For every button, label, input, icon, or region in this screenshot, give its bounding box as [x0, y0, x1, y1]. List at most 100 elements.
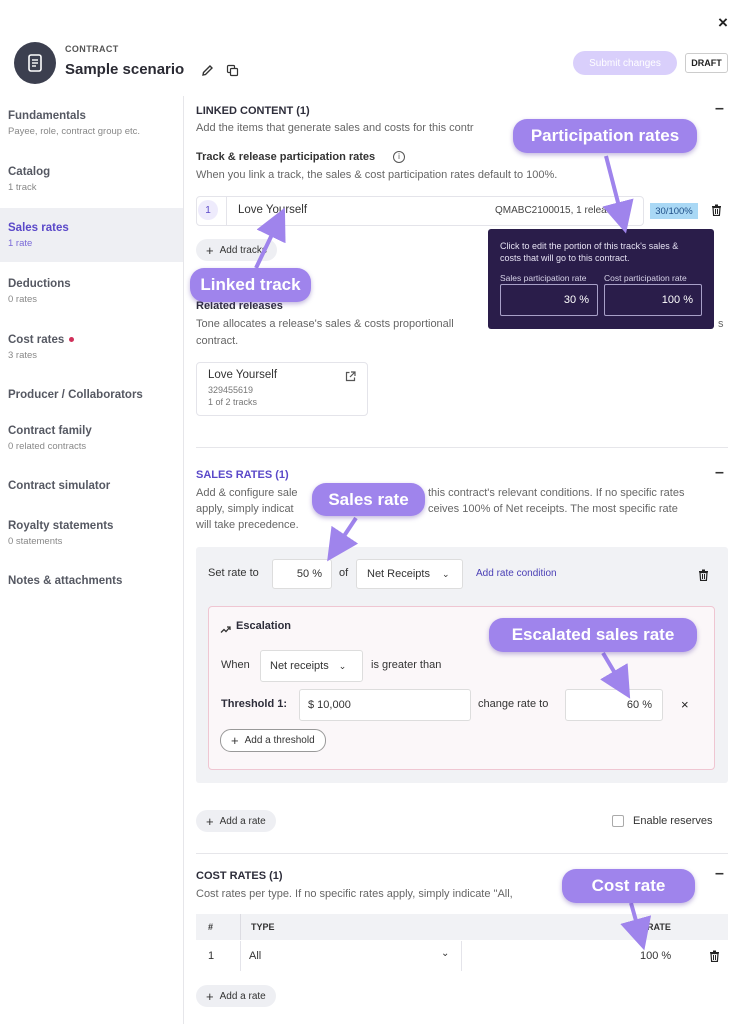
add-threshold-label: Add a threshold [244, 735, 315, 746]
section-divider [196, 447, 728, 448]
trash-icon[interactable] [709, 203, 723, 217]
sales-desc-2b: ceives 100% of Net receipts. The most sp… [428, 503, 678, 515]
remove-threshold-icon[interactable]: × [681, 697, 689, 712]
sidebar-item-label: Contract simulator [8, 480, 111, 492]
cost-type-value[interactable]: All [249, 950, 261, 962]
escalated-rate-input[interactable]: 60 % [565, 689, 663, 721]
sidebar-item-notes-attachments[interactable]: Notes & attachments [0, 575, 183, 587]
when-select[interactable]: Net receipts ⌄ [260, 650, 363, 682]
sidebar-item-contract-family[interactable]: Contract family 0 related contracts [0, 425, 183, 452]
participation-subtitle: Track & release participation rates [196, 151, 376, 163]
sidebar-item-sales-rates[interactable]: Sales rates 1 rate [0, 208, 183, 262]
trash-icon[interactable] [696, 568, 710, 582]
sidebar-item-subtitle: 0 rates [8, 294, 38, 305]
sidebar-item-label: Royalty statements [8, 520, 114, 532]
cost-participation-input[interactable]: 100 % [604, 284, 702, 316]
section-divider [196, 853, 728, 854]
release-track-count: 1 of 2 tracks [208, 397, 258, 407]
sales-participation-label: Sales participation rate [500, 273, 587, 283]
track-name: Love Yourself [238, 204, 308, 216]
linked-content-desc: Add the items that generate sales and co… [196, 122, 474, 134]
chevron-down-icon: ⌄ [338, 660, 347, 671]
duplicate-icon[interactable] [224, 62, 240, 78]
release-id: 329455619 [208, 385, 254, 395]
basis-select-value: Net Receipts [367, 568, 430, 580]
add-tracks-button[interactable]: + Add tracks [196, 239, 277, 261]
info-icon[interactable]: i [393, 151, 405, 163]
threshold-label: Threshold 1: [221, 698, 288, 710]
sidebar-item-catalog[interactable]: Catalog 1 track [0, 166, 183, 193]
column-divider [240, 914, 241, 940]
greater-than-label: is greater than [371, 659, 442, 671]
sales-desc-1a: Add & configure sale [196, 487, 298, 499]
submit-changes-button[interactable]: Submit changes [573, 51, 677, 75]
add-rate-label: Add a rate [219, 990, 266, 1002]
add-threshold-button[interactable]: + Add a threshold [220, 729, 326, 752]
threshold-input[interactable]: $ 10,000 [299, 689, 471, 721]
sales-rate-input[interactable]: 50 % [272, 559, 332, 589]
chevron-right-icon[interactable]: › [623, 204, 627, 216]
callout-escalated-sales-rate: Escalated sales rate [489, 618, 697, 652]
related-releases-desc-2: contract. [196, 335, 239, 347]
sidebar-item-royalty-statements[interactable]: Royalty statements 0 statements [0, 520, 183, 547]
alert-dot-icon [69, 337, 75, 343]
edit-pencil-icon[interactable] [199, 62, 215, 78]
sidebar-item-subtitle: 1 track [8, 182, 37, 193]
contract-avatar-icon [14, 42, 56, 84]
chevron-down-icon[interactable]: ⌄ [441, 948, 449, 959]
plus-icon: + [231, 733, 239, 748]
sales-participation-input[interactable]: 30 % [500, 284, 598, 316]
cost-rates-title: COST RATES (1) [196, 870, 283, 882]
page-title: Sample scenario [65, 61, 185, 78]
sidebar-item-contract-simulator[interactable]: Contract simulator [0, 480, 183, 492]
when-label: When [221, 659, 250, 671]
chevron-down-icon: ⌄ [441, 568, 450, 579]
add-tracks-label: Add tracks [219, 244, 267, 256]
collapse-linked-icon[interactable]: – [715, 100, 724, 118]
cost-participation-label: Cost participation rate [604, 273, 687, 283]
sales-desc-2a: apply, simply indicat [196, 503, 294, 515]
enable-reserves-label: Enable reserves [633, 815, 713, 827]
collapse-cost-icon[interactable]: – [715, 865, 724, 883]
sidebar-item-subtitle: 0 statements [8, 536, 63, 547]
sidebar-item-deductions[interactable]: Deductions 0 rates [0, 278, 183, 305]
col-rate-header: RATE [647, 922, 671, 932]
sidebar-item-producer-collaborators[interactable]: Producer / Collaborators [0, 389, 183, 401]
sidebar: Fundamentals Payee, role, contract group… [0, 96, 184, 1024]
cost-row-num: 1 [208, 950, 215, 962]
release-name: Love Yourself [208, 369, 278, 381]
track-number-badge: 1 [198, 200, 218, 220]
add-cost-rate-button[interactable]: + Add a rate [196, 985, 276, 1007]
plus-icon: + [206, 813, 214, 829]
tooltip-text: Click to edit the portion of this track'… [500, 241, 679, 263]
of-label: of [339, 567, 349, 579]
sidebar-item-fundamentals[interactable]: Fundamentals Payee, role, contract group… [0, 110, 183, 137]
add-sales-rate-button[interactable]: + Add a rate [196, 810, 276, 832]
basis-select[interactable]: Net Receipts ⌄ [356, 559, 463, 589]
trash-icon[interactable] [707, 949, 721, 963]
sidebar-item-label: Sales rates [8, 222, 69, 234]
sales-rate-arrow [327, 516, 359, 562]
row-divider [226, 196, 227, 226]
sidebar-item-subtitle: Payee, role, contract group etc. [8, 126, 141, 137]
add-rate-condition-link[interactable]: Add rate condition [476, 568, 557, 579]
sidebar-item-subtitle: 3 rates [8, 350, 38, 361]
column-divider [461, 941, 462, 971]
related-releases-desc-tail: s [718, 318, 724, 330]
collapse-sales-icon[interactable]: – [715, 464, 724, 482]
sidebar-item-label: Producer / Collaborators [8, 389, 143, 401]
external-link-icon[interactable] [343, 369, 357, 383]
enable-reserves-checkbox[interactable] [612, 815, 624, 827]
sidebar-item-cost-rates[interactable]: Cost rates 3 rates [0, 334, 183, 361]
close-icon[interactable]: × [714, 13, 732, 32]
sidebar-item-label: Catalog [8, 166, 51, 178]
sales-desc-3: will take precedence. [196, 519, 299, 531]
sidebar-item-label: Deductions [8, 278, 71, 290]
track-meta: QMABC2100015, 1 release [495, 205, 618, 216]
cost-rate-value[interactable]: 100 % [640, 950, 671, 962]
participation-rate-badge[interactable]: 30/100% [650, 203, 698, 219]
participation-desc: When you link a track, the sales & cost … [196, 169, 558, 181]
col-num-header: # [208, 922, 214, 932]
related-releases-desc: Tone allocates a release's sales & costs… [196, 318, 454, 330]
sales-rates-title: SALES RATES (1) [196, 469, 289, 481]
